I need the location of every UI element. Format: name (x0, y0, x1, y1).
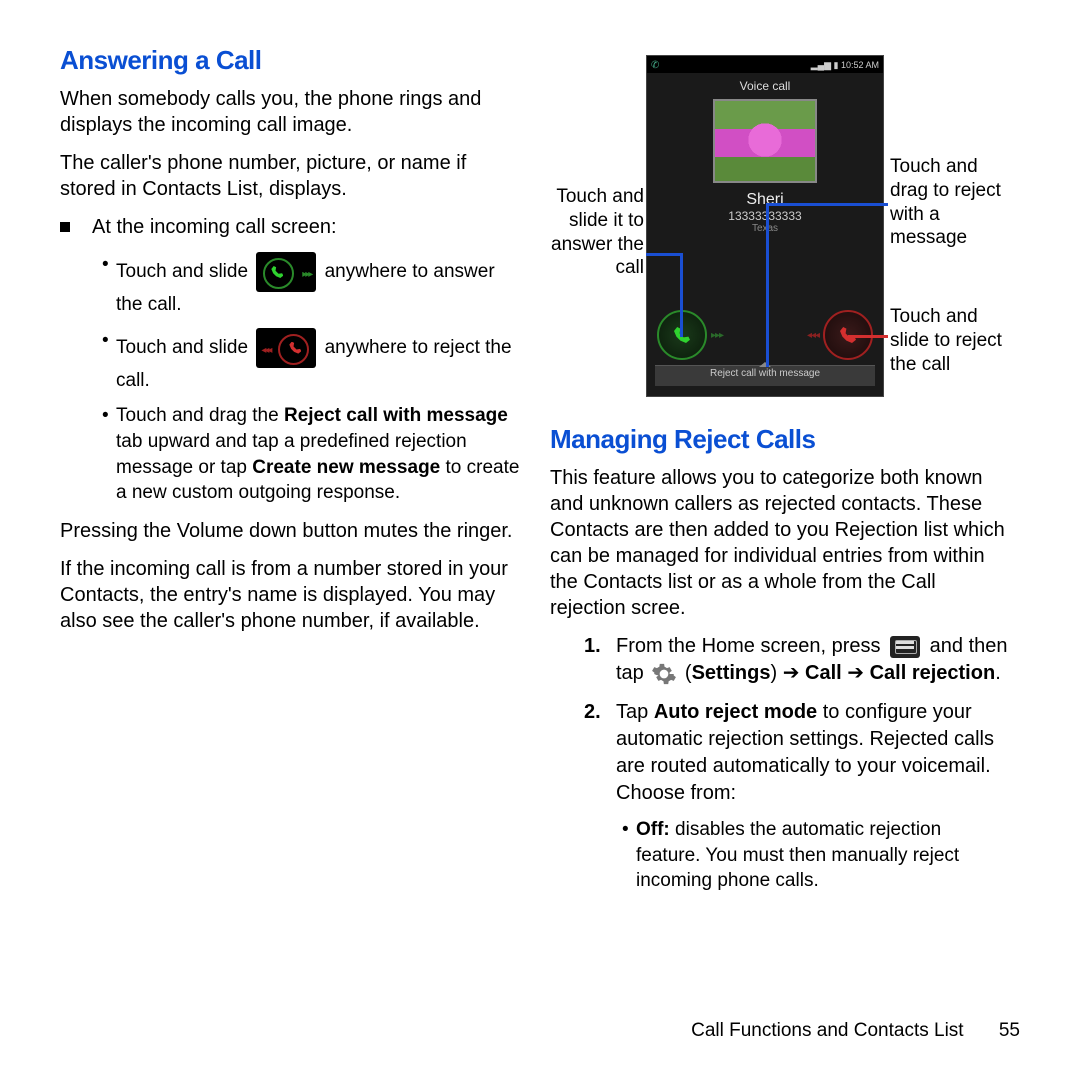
right-column: ✆ ▂▄▆ ▮ 10:52 AM Voice call Sheri 133333… (550, 45, 1010, 906)
numbered-list: 1. From the Home screen, press and then … (584, 633, 1010, 894)
para: The caller's phone number, picture, or n… (60, 150, 520, 202)
para: Pressing the Volume down button mutes th… (60, 518, 520, 544)
text: Touch and slide (116, 337, 253, 358)
leader-line (646, 253, 680, 256)
status-right: ▂▄▆ ▮ 10:52 AM (811, 60, 879, 71)
page-number: 55 (999, 1020, 1020, 1041)
reject-call-icon: ◂◂◂ (256, 328, 316, 368)
para: If the incoming call is from a number st… (60, 556, 520, 634)
heading-answering: Answering a Call (60, 45, 520, 76)
list-item: 2. Tap Auto reject mode to configure you… (584, 699, 1010, 894)
bold-text: Call rejection (870, 662, 996, 684)
text: Touch and slide (116, 261, 253, 282)
callout-answer: Touch and slide it to answer the call (548, 185, 644, 280)
intro-text: At the incoming call screen: (92, 216, 337, 238)
text: Touch and drag the (116, 405, 284, 426)
status-bar: ✆ ▂▄▆ ▮ 10:52 AM (647, 56, 883, 73)
caller-name: Sheri (647, 191, 883, 209)
text: From the Home screen, press (616, 635, 886, 657)
phone-indicator-icon: ✆ (651, 60, 659, 71)
bullet-list: Touch and slide ▸▸▸ anywhere to answer t… (102, 252, 520, 506)
callout-reject: Touch and slide to reject the call (890, 305, 1010, 376)
list-item: Touch and drag the Reject call with mess… (102, 403, 520, 506)
heading-managing: Managing Reject Calls (550, 424, 1010, 455)
status-time: 10:52 AM (841, 60, 879, 70)
bold-text: Auto reject mode (654, 701, 817, 723)
list-item: Touch and slide ◂◂◂ anywhere to reject t… (102, 328, 520, 394)
square-bullet-icon (60, 222, 70, 232)
callout-reject-message: Touch and drag to reject with a message (890, 155, 1010, 250)
bold-text: Off: (636, 819, 670, 840)
para: When somebody calls you, the phone rings… (60, 86, 520, 138)
text: ) ➔ (770, 662, 805, 684)
phone-screen: ✆ ▂▄▆ ▮ 10:52 AM Voice call Sheri 133333… (646, 55, 884, 397)
gear-icon (651, 661, 677, 687)
phone-illustration: ✆ ▂▄▆ ▮ 10:52 AM Voice call Sheri 133333… (550, 55, 1010, 400)
list-item: 1. From the Home screen, press and then … (584, 633, 1010, 687)
bold-text: Create new message (252, 457, 440, 478)
bold-text: Settings (692, 662, 771, 684)
text: Tap (616, 701, 654, 723)
caller-number: 13333333333 (647, 209, 883, 223)
list-item: Off: disables the automatic rejection fe… (622, 817, 1010, 894)
leader-line (848, 335, 888, 338)
slide-left-arrows-icon: ◂◂◂ (807, 330, 819, 341)
footer-section: Call Functions and Contacts List (691, 1020, 963, 1041)
list-item: Touch and slide ▸▸▸ anywhere to answer t… (102, 252, 520, 318)
step-number: 1. (584, 633, 601, 660)
bold-text: Call (805, 662, 842, 684)
reject-with-message-tab: Reject call with message (655, 365, 875, 386)
battery-icon: ▮ (834, 60, 839, 70)
leader-line (766, 203, 769, 367)
page-footer: Call Functions and Contacts List 55 (691, 1020, 1020, 1042)
para: This feature allows you to categorize bo… (550, 465, 1010, 621)
caller-photo (713, 99, 817, 183)
sub-bullet-list: Off: disables the automatic rejection fe… (622, 817, 1010, 894)
step-number: 2. (584, 699, 601, 726)
caller-location: Texas (647, 223, 883, 234)
text: disables the automatic rejection feature… (636, 819, 959, 891)
text: ➔ (842, 662, 870, 684)
voice-call-label: Voice call (647, 73, 883, 97)
slide-right-arrows-icon: ▸▸▸ (711, 330, 723, 341)
leader-line (680, 253, 683, 337)
menu-icon (890, 636, 920, 658)
answer-call-icon: ▸▸▸ (256, 252, 316, 292)
text: ( (679, 662, 691, 684)
leader-line (766, 203, 888, 206)
text: . (995, 662, 1001, 684)
left-column: Answering a Call When somebody calls you… (60, 45, 520, 906)
list-intro: At the incoming call screen: (94, 214, 520, 240)
bold-text: Reject call with message (284, 405, 508, 426)
